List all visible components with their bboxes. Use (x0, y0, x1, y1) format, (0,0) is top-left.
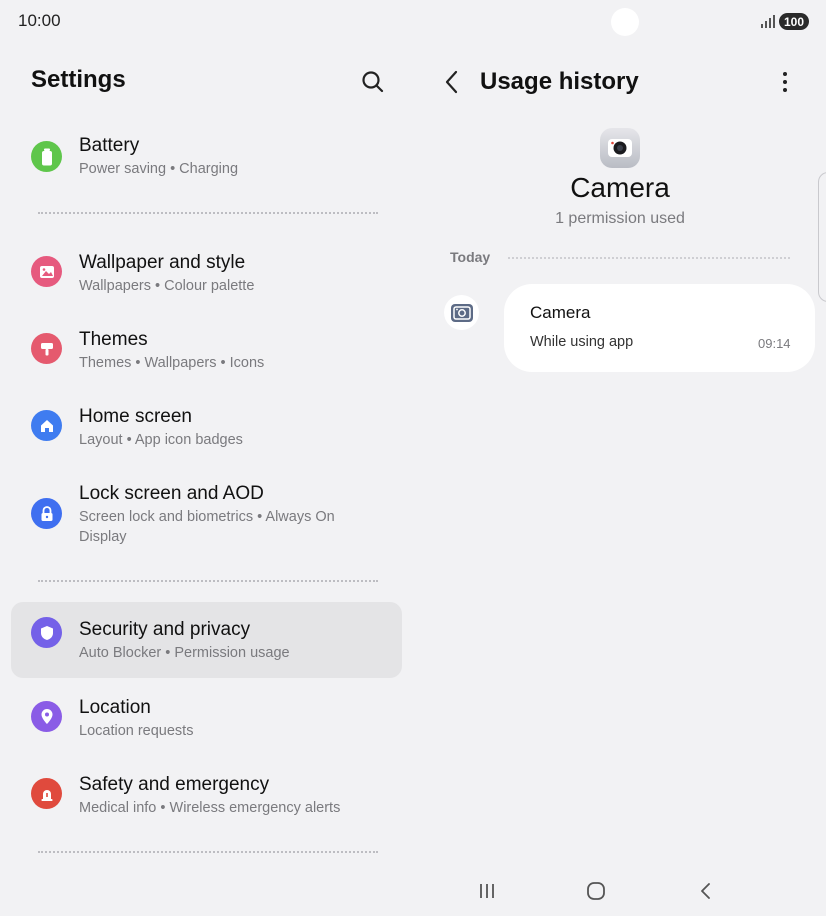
status-time: 10:00 (18, 11, 61, 30)
themes-icon (31, 333, 62, 364)
usage-entry-card[interactable] (504, 284, 815, 372)
item-subtitle: Location requests (79, 723, 194, 739)
section-divider (38, 212, 378, 214)
section-divider (508, 257, 790, 259)
settings-item-wallpaper[interactable]: Wallpaper and style Wallpapers • Colour … (11, 245, 402, 303)
home-nav-icon (587, 882, 605, 900)
more-options-button[interactable] (775, 70, 795, 94)
item-title: Themes (79, 329, 148, 350)
page-title: Settings (31, 66, 126, 93)
section-divider (38, 580, 378, 582)
settings-item-safety[interactable]: Safety and emergency Medical info • Wire… (11, 767, 402, 825)
item-title: Location (79, 697, 151, 718)
section-divider (38, 851, 378, 853)
back-nav-icon (701, 883, 710, 899)
entry-time: 09:14 (758, 336, 791, 351)
settings-item-home-screen[interactable]: Home screen Layout • App icon badges (11, 399, 402, 457)
signal-icon (760, 14, 776, 28)
camera-app-icon (600, 128, 640, 168)
home-button[interactable] (581, 876, 611, 906)
settings-item-location[interactable]: Location Location requests (11, 690, 402, 748)
item-subtitle: Medical info • Wireless emergency alerts (79, 800, 341, 816)
item-subtitle: Auto Blocker • Permission usage (79, 645, 290, 661)
shield-icon (31, 617, 62, 648)
item-title: Battery (79, 135, 140, 156)
item-title: Home screen (79, 406, 192, 427)
search-button[interactable] (360, 69, 386, 95)
item-title: Wallpaper and style (79, 252, 246, 273)
item-subtitle: Layout • App icon badges (79, 432, 243, 448)
page-title: Usage history (480, 68, 639, 95)
item-title: Security and privacy (79, 619, 251, 640)
permission-count: 1 permission used (555, 210, 685, 227)
settings-item-security[interactable]: Security and privacy Auto Blocker • Perm… (11, 602, 402, 678)
more-vertical-icon (783, 72, 787, 92)
front-camera-cutout (611, 8, 639, 36)
battery-icon (31, 141, 62, 172)
section-label: Today (450, 249, 491, 265)
recent-apps-button[interactable] (472, 876, 502, 906)
chevron-left-icon (445, 70, 458, 94)
app-name: Camera (570, 172, 670, 203)
settings-item-themes[interactable]: Themes Themes • Wallpapers • Icons (11, 322, 402, 380)
recents-icon (480, 884, 494, 898)
item-subtitle: Power saving • Charging (79, 161, 239, 177)
item-title: Safety and emergency (79, 774, 270, 795)
camera-permission-icon (444, 295, 479, 330)
location-pin-icon (31, 701, 62, 732)
lock-icon (31, 498, 62, 529)
entry-title: Camera (530, 303, 591, 322)
item-subtitle: Themes • Wallpapers • Icons (79, 355, 265, 371)
item-title: Lock screen and AOD (79, 483, 264, 504)
nav-back-button[interactable] (691, 876, 721, 906)
item-subtitle: Wallpapers • Colour palette (79, 278, 255, 294)
settings-item-battery[interactable]: Battery Power saving • Charging (11, 128, 402, 186)
back-button[interactable] (440, 68, 464, 96)
wallpaper-icon (31, 256, 62, 287)
home-icon (31, 410, 62, 441)
search-icon (362, 71, 384, 93)
settings-item-lock-screen[interactable]: Lock screen and AOD Screen lock and biom… (11, 476, 402, 554)
emergency-icon (31, 778, 62, 809)
battery-indicator: 100 (779, 13, 809, 30)
edge-panel-handle[interactable] (818, 172, 826, 302)
entry-subtitle: While using app (530, 334, 634, 350)
item-subtitle: Screen lock and biometrics • Always On D… (79, 509, 335, 545)
